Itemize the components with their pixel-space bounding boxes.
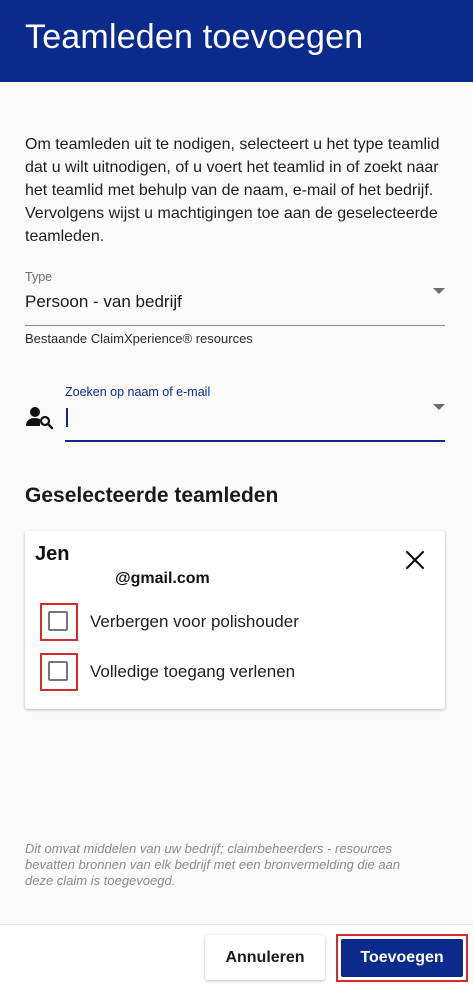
search-member-label: Zoeken op naam of e-mail bbox=[65, 385, 211, 399]
highlight-frame: Toevoegen bbox=[336, 934, 468, 982]
type-select-label: Type bbox=[25, 270, 53, 284]
hide-from-policyholder-label: Verbergen voor polishouder bbox=[90, 612, 299, 631]
cancel-button[interactable]: Annuleren bbox=[205, 935, 325, 980]
add-button[interactable]: Toevoegen bbox=[341, 939, 463, 977]
member-name: Jen bbox=[35, 543, 70, 565]
chevron-down-icon[interactable] bbox=[433, 404, 445, 410]
chevron-down-icon[interactable] bbox=[433, 288, 445, 294]
full-access-checkbox[interactable] bbox=[48, 661, 68, 681]
full-access-label: Volledige toegang verlenen bbox=[90, 662, 296, 681]
app-header: Teamleden toevoegen bbox=[0, 0, 473, 82]
type-helper-text: Bestaande ClaimXperience® resources bbox=[25, 331, 253, 346]
hide-from-policyholder-option[interactable]: Verbergen voor polishouder bbox=[40, 603, 430, 643]
person-search-icon bbox=[26, 407, 54, 430]
search-member-input[interactable] bbox=[65, 406, 415, 432]
type-select[interactable]: Type Persoon - van bedrijf bbox=[25, 270, 445, 326]
close-icon[interactable] bbox=[403, 548, 427, 572]
member-email: @gmail.com bbox=[115, 570, 210, 587]
full-access-option[interactable]: Volledige toegang verlenen bbox=[40, 653, 430, 693]
hide-from-policyholder-checkbox[interactable] bbox=[48, 611, 68, 631]
selected-members-title: Geselecteerde teamleden bbox=[25, 484, 279, 507]
text-cursor bbox=[66, 408, 68, 427]
intro-text: Om teamleden uit te nodigen, selecteert … bbox=[25, 136, 440, 245]
selected-member-card: Jen @gmail.com Verbergen voor polishoude… bbox=[25, 531, 445, 709]
page-title: Teamleden toevoegen bbox=[25, 18, 364, 56]
footnote-text: Dit omvat middelen van uw bedrijf; claim… bbox=[25, 841, 401, 888]
type-select-value: Persoon - van bedrijf bbox=[25, 292, 182, 311]
search-member-field[interactable]: Zoeken op naam of e-mail bbox=[65, 384, 445, 442]
